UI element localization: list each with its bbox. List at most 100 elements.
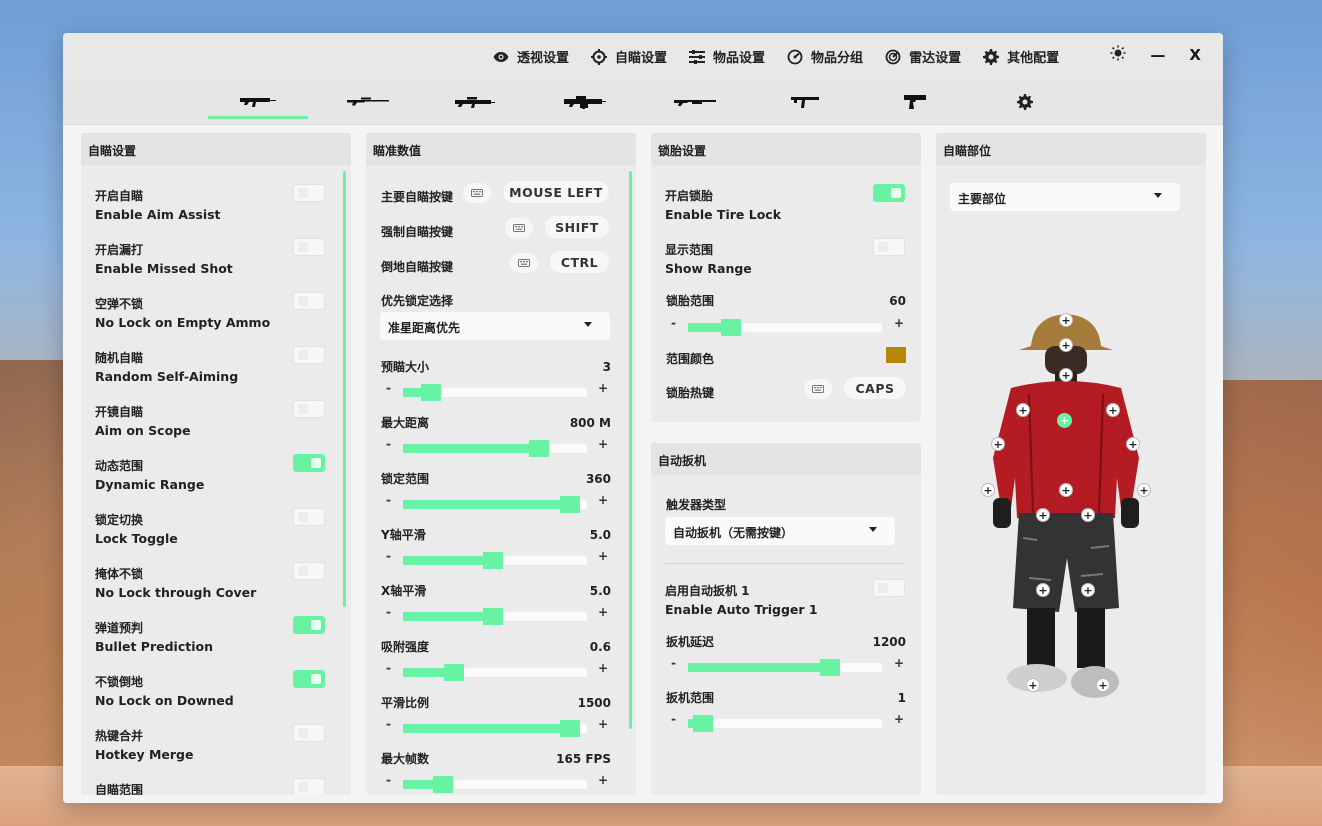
toggle-tire-lock[interactable]	[873, 184, 905, 202]
value-slider[interactable]: - +	[386, 661, 608, 681]
decrease-button[interactable]: -	[386, 437, 391, 451]
toggle-no-lock-cover[interactable]	[293, 562, 325, 580]
nav-radar-settings[interactable]: 雷达设置	[885, 47, 961, 66]
keyboard-icon[interactable]	[463, 183, 491, 203]
value-slider[interactable]: - +	[671, 712, 904, 732]
decrease-button[interactable]: -	[386, 381, 391, 395]
slider-thumb[interactable]	[693, 715, 713, 732]
tab-marksman-rifle[interactable]	[425, 85, 525, 119]
decrease-button[interactable]: -	[671, 656, 676, 670]
value-slider[interactable]: - +	[386, 549, 608, 569]
decrease-button[interactable]: -	[386, 717, 391, 731]
increase-button[interactable]: +	[894, 656, 904, 670]
hitpoint-chest[interactable]: +	[1057, 413, 1072, 428]
slider-thumb[interactable]	[560, 496, 580, 513]
slider-thumb[interactable]	[421, 384, 441, 401]
tire-range-slider[interactable]: - +	[671, 316, 906, 336]
slider-thumb[interactable]	[560, 720, 580, 737]
nav-item-groups[interactable]: 物品分组	[787, 47, 863, 66]
slider-thumb[interactable]	[483, 608, 503, 625]
nav-visual-settings[interactable]: 透视设置	[493, 47, 569, 66]
increase-button[interactable]: +	[598, 549, 608, 563]
hitpoint-left-hip[interactable]: +	[1036, 508, 1050, 522]
value-slider[interactable]: - +	[386, 717, 608, 737]
toggle-show-range[interactable]	[873, 238, 905, 256]
hitpoint-right-knee[interactable]: +	[1081, 583, 1095, 597]
value-slider[interactable]: - +	[386, 437, 608, 457]
increase-button[interactable]: +	[598, 605, 608, 619]
value-slider[interactable]: - +	[386, 773, 608, 793]
slider-thumb[interactable]	[444, 664, 464, 681]
keyboard-icon[interactable]	[804, 379, 832, 399]
decrease-button[interactable]: -	[386, 773, 391, 787]
trigger-type-select[interactable]: 自动扳机（无需按键）	[665, 517, 895, 545]
increase-button[interactable]: +	[598, 773, 608, 787]
toggle-lock-toggle[interactable]	[293, 508, 325, 526]
increase-button[interactable]: +	[894, 712, 904, 726]
toggle-random-aim[interactable]	[293, 346, 325, 364]
decrease-button[interactable]: -	[671, 712, 676, 726]
toggle-auto-trigger[interactable]	[873, 579, 905, 597]
minimize-button[interactable]: —	[1150, 46, 1165, 64]
increase-button[interactable]: +	[598, 437, 608, 451]
value-slider[interactable]: - +	[386, 605, 608, 625]
nav-other-settings[interactable]: 其他配置	[983, 47, 1059, 66]
hitpoint-right-foot[interactable]: +	[1096, 678, 1110, 692]
slider-thumb[interactable]	[820, 659, 840, 676]
tab-sniper-rifle[interactable]	[318, 85, 418, 119]
hitpoint-left-knee[interactable]: +	[1036, 583, 1050, 597]
increase-button[interactable]: +	[598, 661, 608, 675]
bodypart-select[interactable]: 主要部位	[950, 183, 1180, 211]
toggle-bullet-prediction[interactable]	[293, 616, 325, 634]
toggle-aim-range[interactable]	[293, 778, 325, 795]
tab-assault-rifle[interactable]	[208, 85, 308, 119]
decrease-button[interactable]: -	[386, 549, 391, 563]
nav-aim-settings[interactable]: 自瞄设置	[591, 47, 667, 66]
range-color-swatch[interactable]	[886, 347, 906, 363]
hitpoint-neck[interactable]: +	[1059, 368, 1073, 382]
toggle-no-lock-downed[interactable]	[293, 670, 325, 688]
hitpoint-head[interactable]: +	[1059, 313, 1073, 327]
tire-hotkey-button[interactable]: CAPS	[844, 377, 906, 399]
keyboard-icon[interactable]	[510, 253, 538, 273]
hitpoint-stomach[interactable]: +	[1059, 483, 1073, 497]
keyboard-icon[interactable]	[505, 218, 533, 238]
scrollbar[interactable]	[629, 171, 632, 729]
toggle-hotkey-merge[interactable]	[293, 724, 325, 742]
decrease-button[interactable]: -	[386, 605, 391, 619]
toggle-empty-ammo[interactable]	[293, 292, 325, 310]
primary-aim-key-button[interactable]: MOUSE LEFT	[503, 181, 609, 203]
hitpoint-right-arm[interactable]: +	[1126, 437, 1140, 451]
hitpoint-right-shoulder[interactable]: +	[1106, 403, 1120, 417]
priority-select[interactable]: 准星距离优先	[380, 312, 610, 340]
close-button[interactable]: X	[1189, 46, 1201, 64]
hitpoint-left-foot[interactable]: +	[1026, 678, 1040, 692]
tab-pistol[interactable]	[865, 85, 965, 119]
value-slider[interactable]: - +	[386, 381, 608, 401]
hitpoint-left-hand[interactable]: +	[981, 483, 995, 497]
toggle-missed-shot[interactable]	[293, 238, 325, 256]
toggle-aim-on-scope[interactable]	[293, 400, 325, 418]
increase-button[interactable]: +	[598, 381, 608, 395]
tab-lmg[interactable]	[535, 85, 635, 119]
slider-thumb[interactable]	[529, 440, 549, 457]
increase-button[interactable]: +	[894, 316, 904, 330]
decrease-button[interactable]: -	[671, 316, 676, 330]
nav-item-settings[interactable]: 物品设置	[689, 47, 765, 66]
hitpoint-face[interactable]: +	[1059, 338, 1073, 352]
value-slider[interactable]: - +	[386, 493, 608, 513]
hitpoint-left-shoulder[interactable]: +	[1016, 403, 1030, 417]
sun-icon[interactable]	[1110, 45, 1126, 65]
value-slider[interactable]: - +	[671, 656, 904, 676]
toggle-aim-assist[interactable]	[293, 184, 325, 202]
slider-thumb[interactable]	[483, 552, 503, 569]
scrollbar[interactable]	[343, 171, 346, 607]
tab-shotgun[interactable]	[645, 85, 745, 119]
hitpoint-right-hand[interactable]: +	[1137, 483, 1151, 497]
force-aim-key-button[interactable]: SHIFT	[545, 216, 609, 238]
slider-thumb[interactable]	[433, 776, 453, 793]
toggle-dynamic-range[interactable]	[293, 454, 325, 472]
decrease-button[interactable]: -	[386, 493, 391, 507]
downed-aim-key-button[interactable]: CTRL	[550, 251, 609, 273]
increase-button[interactable]: +	[598, 717, 608, 731]
